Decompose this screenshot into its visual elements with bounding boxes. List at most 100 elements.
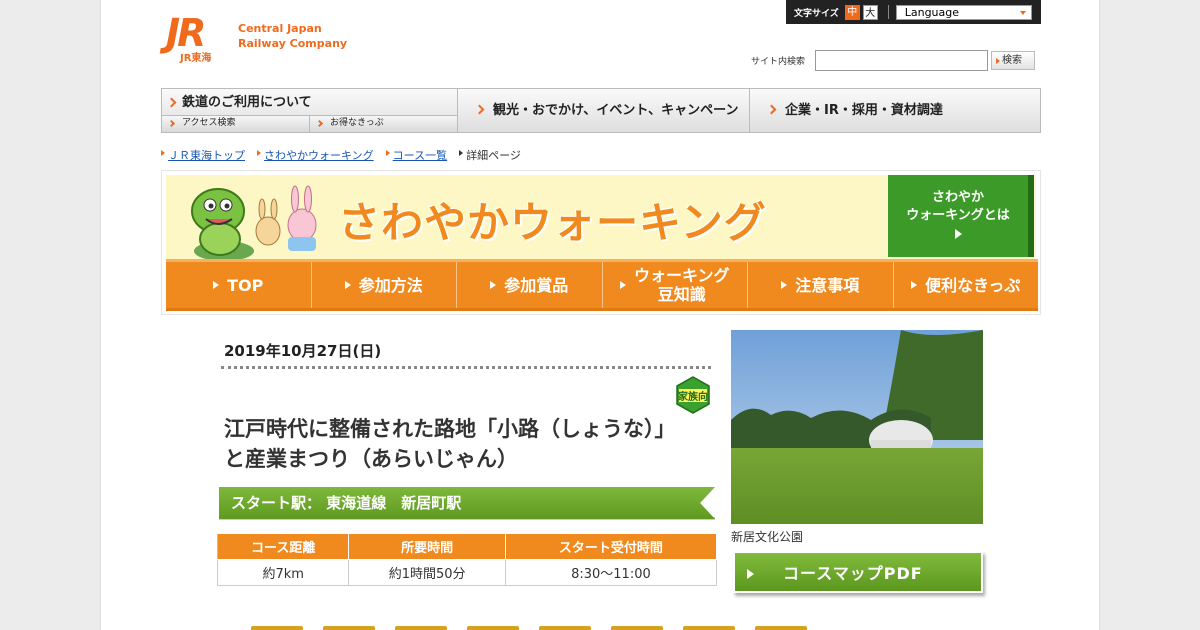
search-input[interactable] — [815, 50, 989, 71]
breadcrumb-item-current: 詳細ページ — [459, 147, 521, 163]
jr-logo-subtext: JR東海 — [180, 53, 212, 64]
course-map-pdf-button[interactable]: コースマップPDF — [733, 551, 983, 593]
breadcrumb-item-jr-top[interactable]: ＪＲ東海トップ — [161, 147, 245, 163]
about-walking-line1: さわやか — [931, 190, 984, 205]
chevron-right-icon — [315, 119, 324, 128]
company-name-line2: Railway Company — [238, 37, 348, 50]
arrow-right-icon — [781, 281, 788, 289]
walking-banner: さわやかウォーキング さわやか ウォーキングとは TOP 参加方法 参加賞品 ウ… — [161, 170, 1041, 315]
mascot-illustration — [191, 185, 317, 261]
banner-nav-label-line1: ウォーキング — [633, 266, 730, 285]
banner-nav-notes[interactable]: 注意事項 — [748, 262, 894, 308]
gnav-item-access-search[interactable]: アクセス検索 — [162, 116, 310, 132]
jr-central-logo[interactable]: JR JR東海 Central Japan Railway Company — [166, 11, 347, 64]
cell-reception-time: 8:30～11:00 — [504, 559, 718, 586]
language-select[interactable]: Language — [895, 4, 1032, 20]
bottom-tab[interactable] — [755, 626, 807, 630]
banner-nav-top[interactable]: TOP — [166, 262, 312, 308]
dotted-divider — [221, 366, 711, 369]
jr-logo-letters: JR — [166, 11, 206, 55]
breadcrumb-item-course-list[interactable]: コース一覧 — [385, 147, 447, 163]
chevron-right-icon — [474, 104, 485, 115]
start-station: スタート駅： 東海道線 新居町駅 — [219, 487, 715, 519]
course-photo — [731, 330, 983, 524]
chevron-right-icon — [766, 104, 777, 115]
gnav-item-access-label: アクセス検索 — [182, 118, 236, 128]
banner-nav-prizes[interactable]: 参加賞品 — [457, 262, 603, 308]
search-button[interactable]: 検索 — [991, 51, 1036, 70]
cell-distance: 約7km — [216, 559, 350, 586]
header-reception-time: スタート受付時間 — [504, 533, 718, 560]
utility-divider — [887, 5, 889, 19]
site-search: サイト内検索 検索 — [751, 50, 1036, 71]
bottom-tab[interactable] — [467, 626, 519, 630]
arrow-right-icon — [490, 281, 497, 289]
bottom-tab-strip — [251, 626, 807, 630]
course-title: 江戸時代に整備された路地「小路（しょうな）」と産業まつり（あらいじゃん） — [224, 417, 676, 471]
header-duration: 所要時間 — [348, 533, 506, 560]
play-arrow-icon — [954, 229, 962, 239]
banner-nav-label: 参加賞品 — [504, 275, 569, 295]
table-header-row: コース距離 所要時間 スタート受付時間 — [216, 533, 718, 560]
bottom-tab[interactable] — [395, 626, 447, 630]
global-nav: 鉄道のご利用について アクセス検索 お得なきっぷ 観光・おでかけ、イベント、キャ… — [161, 88, 1041, 133]
course-date: 2019年10月27日(日) — [224, 342, 382, 360]
banner-header: さわやかウォーキング さわやか ウォーキングとは — [166, 175, 1036, 261]
font-size-large-button[interactable]: 大 — [862, 4, 878, 20]
gnav-item-tourism-label: 観光・おでかけ、イベント、キャンペーン — [493, 103, 739, 118]
header-distance: コース距離 — [216, 533, 350, 560]
gnav-item-tickets[interactable]: お得なきっぷ — [310, 116, 457, 132]
banner-nav-label: 便利なきっぷ — [925, 275, 1021, 295]
breadcrumb-item-walking[interactable]: さわやかウォーキング — [257, 147, 374, 163]
bottom-tab[interactable] — [539, 626, 591, 630]
gnav-subitems: アクセス検索 お得なきっぷ — [162, 116, 457, 132]
course-info-table: コース距離 所要時間 スタート受付時間 約7km 約1時間50分 8:30～11… — [216, 533, 718, 586]
course-map-pdf-label: コースマップPDF — [783, 564, 923, 583]
banner-title: さわやかウォーキング — [338, 198, 767, 247]
company-name: Central Japan Railway Company — [238, 21, 347, 51]
bottom-tab[interactable] — [323, 626, 375, 630]
photo-caption: 新居文化公園 — [731, 530, 804, 544]
banner-nav-how-to-join[interactable]: 参加方法 — [312, 262, 457, 308]
cell-duration: 約1時間50分 — [348, 559, 506, 586]
bottom-tab[interactable] — [611, 626, 663, 630]
chevron-down-icon — [1019, 10, 1026, 15]
family-badge-icon: 家族向 — [676, 376, 710, 414]
font-size-medium-button[interactable]: 中 — [844, 4, 860, 20]
company-name-line1: Central Japan — [238, 22, 322, 35]
gnav-item-railway-label: 鉄道のご利用について — [182, 95, 312, 110]
family-badge-label: 家族向 — [678, 390, 708, 403]
chevron-right-icon — [167, 119, 176, 128]
banner-nav-label: TOP — [227, 275, 264, 295]
gnav-item-tickets-label: お得なきっぷ — [330, 118, 384, 128]
gnav-item-corporate[interactable]: 企業・IR・採用・資材調達 — [751, 89, 1040, 132]
page: JR JR東海 Central Japan Railway Company 文字… — [100, 0, 1100, 630]
banner-nav-walking-tips[interactable]: ウォーキング 豆知識 — [603, 262, 748, 308]
language-select-label: Language — [904, 5, 960, 19]
utility-bar: 文字サイズ 中 大 Language — [786, 0, 1041, 24]
banner-nav-label-line2: 豆知識 — [657, 285, 706, 304]
about-walking-button[interactable]: さわやか ウォーキングとは — [888, 175, 1034, 257]
table-row: 約7km 約1時間50分 8:30～11:00 — [216, 559, 718, 586]
arrow-right-icon — [911, 281, 918, 289]
banner-nav-label: 参加方法 — [358, 275, 423, 295]
bottom-tab[interactable] — [683, 626, 735, 630]
font-size-label: 文字サイズ — [794, 8, 839, 19]
breadcrumb: ＪＲ東海トップ さわやかウォーキング コース一覧 詳細ページ — [161, 147, 533, 163]
arrow-right-icon — [213, 281, 220, 289]
arrow-right-icon — [344, 281, 351, 289]
chevron-right-icon — [166, 97, 177, 108]
gnav-item-railway[interactable]: 鉄道のご利用について — [162, 89, 457, 116]
search-label: サイト内検索 — [751, 57, 806, 67]
banner-nav: TOP 参加方法 参加賞品 ウォーキング 豆知識 注意事項 便利なきっぷ — [166, 259, 1038, 311]
arrow-right-icon — [619, 281, 626, 289]
banner-nav-label-multiline: ウォーキング 豆知識 — [634, 266, 730, 304]
about-walking-line2: ウォーキングとは — [906, 208, 1010, 223]
gnav-railway-group: 鉄道のご利用について アクセス検索 お得なきっぷ — [162, 89, 458, 132]
gnav-item-tourism[interactable]: 観光・おでかけ、イベント、キャンペーン — [459, 89, 750, 132]
banner-nav-useful-tickets[interactable]: 便利なきっぷ — [894, 262, 1039, 308]
gnav-item-corporate-label: 企業・IR・採用・資材調達 — [785, 103, 943, 118]
arrow-right-icon — [747, 569, 754, 579]
jr-logo-mark: JR JR東海 — [166, 11, 228, 64]
bottom-tab[interactable] — [251, 626, 303, 630]
